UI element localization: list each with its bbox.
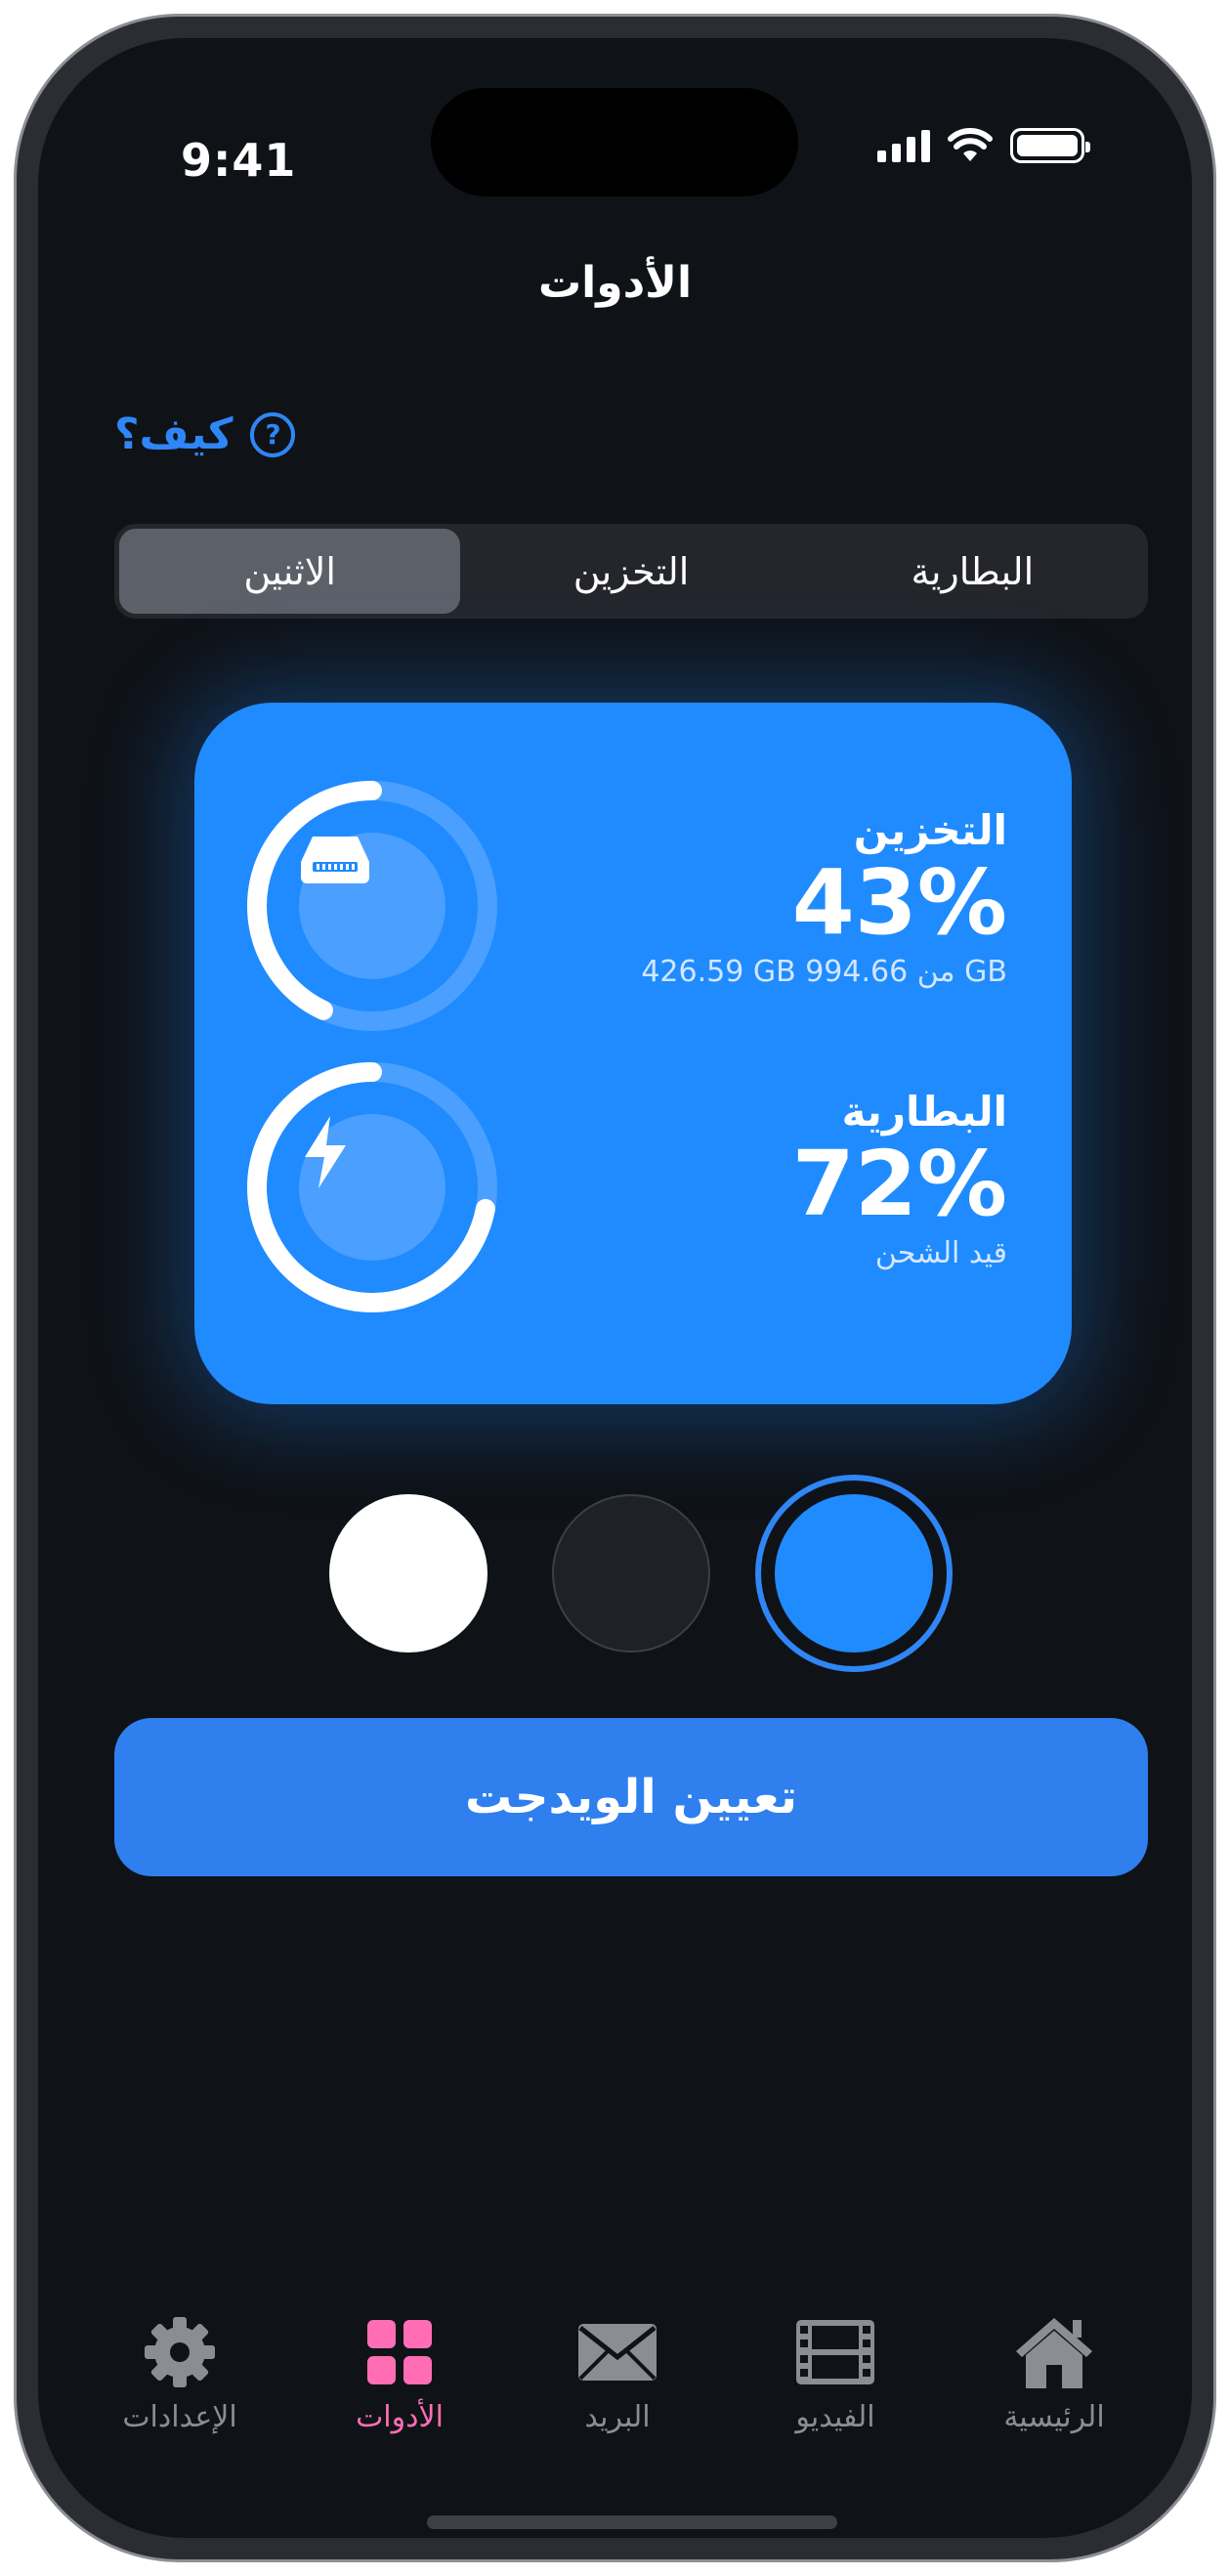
tab-settings-label: الإعدادات [122,2400,237,2434]
tab-home[interactable]: الرئيسية [956,2310,1152,2434]
color-option-blue[interactable] [775,1494,933,1653]
tab-tools[interactable]: الأدوات [302,2310,497,2434]
battery-status-icon [1010,128,1090,163]
phone-frame: 9:41 الأدوات كيف؟ ? الاثنين التخزين البط… [14,14,1216,2562]
color-option-dark[interactable] [552,1494,710,1653]
screen: 9:41 الأدوات كيف؟ ? الاثنين التخزين البط… [38,38,1192,2538]
set-widget-button[interactable]: تعيين الويدجت [114,1718,1148,1876]
battery-ring [245,1060,499,1314]
status-time: 9:41 [181,134,297,187]
storage-percent: 43% [791,850,1007,955]
color-option-white[interactable] [329,1494,488,1653]
segment-both[interactable]: الاثنين [119,529,461,614]
widget-preview: التخزين 43% 426.59 GB من 994.66 GB البطا… [194,703,1072,1404]
tab-settings[interactable]: الإعدادات [82,2310,277,2434]
storage-detail: 426.59 GB من 994.66 GB [641,954,1007,989]
grid-icon [302,2310,497,2394]
drive-icon [299,833,445,979]
help-link[interactable]: كيف؟ ? [114,409,296,459]
question-circle-icon: ? [250,411,296,457]
mail-icon [520,2310,715,2394]
help-label: كيف؟ [114,409,233,459]
tab-video-label: الفيديو [795,2400,875,2434]
status-icons [877,128,1090,163]
segment-battery[interactable]: البطارية [802,529,1143,614]
tab-video[interactable]: الفيديو [738,2310,933,2434]
tab-mail[interactable]: البريد [520,2310,715,2434]
bolt-icon [299,1114,445,1261]
tab-home-label: الرئيسية [1003,2400,1105,2434]
battery-stat: البطارية 72% قيد الشحن [792,1088,1007,1270]
home-indicator [427,2515,837,2529]
page-title: الأدوات [537,258,693,308]
tab-tools-label: الأدوات [356,2400,444,2434]
storage-label: التخزين [853,806,1007,854]
home-icon [956,2310,1152,2394]
battery-detail: قيد الشحن [874,1235,1007,1270]
signal-icon [877,129,930,162]
storage-stat: التخزين 43% 426.59 GB من 994.66 GB [641,806,1007,989]
tab-bar: الإعدادات الأدوات البريد الفيديو الرئيسي… [38,2310,1192,2447]
battery-percent: 72% [791,1132,1007,1236]
dynamic-island [431,88,798,196]
storage-ring [245,779,499,1033]
widget-type-segmented-control: الاثنين التخزين البطارية [114,524,1148,619]
tab-mail-label: البريد [584,2400,651,2434]
battery-label: البطارية [841,1088,1007,1136]
film-icon [738,2310,933,2394]
wifi-icon [948,128,993,161]
segment-storage[interactable]: التخزين [460,529,801,614]
gear-icon [82,2310,277,2394]
